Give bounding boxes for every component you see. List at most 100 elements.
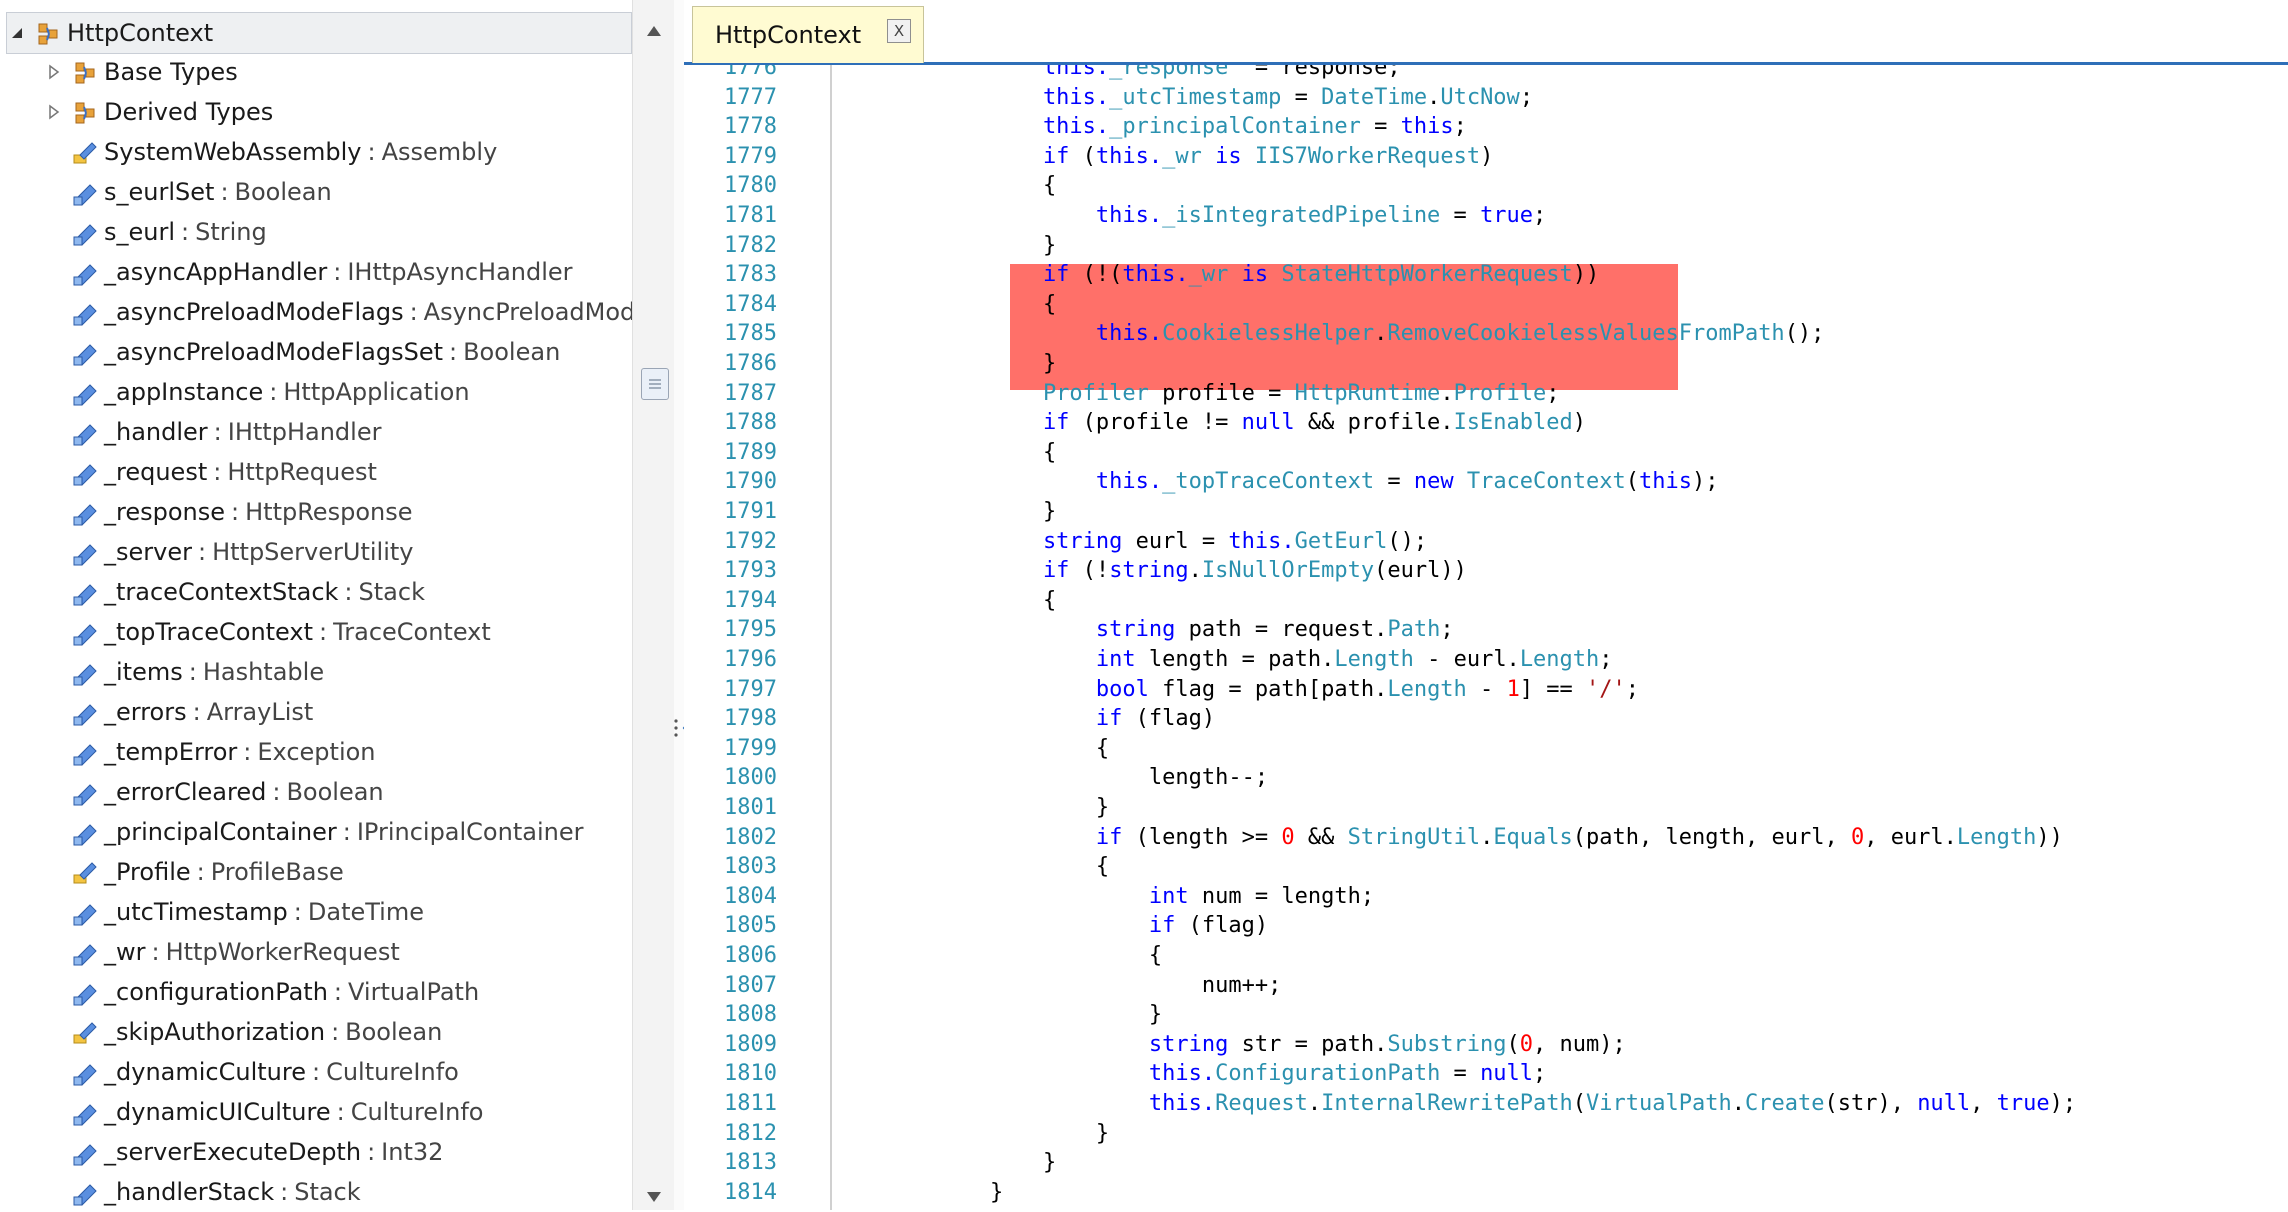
tree-node-field[interactable]: _topTraceContext: TraceContext [70, 612, 491, 652]
line-number: 1787 [724, 380, 777, 406]
line-number: 1784 [724, 291, 777, 317]
tree-node-field[interactable]: _asyncPreloadModeFlagsSet: Boolean [70, 332, 560, 372]
code-line[interactable]: 1810 this.ConfigurationPath = null; [684, 1059, 2288, 1089]
code-line[interactable]: 1797 bool flag = path[path.Length - 1] =… [684, 675, 2288, 705]
tree-node-field[interactable]: _wr: HttpWorkerRequest [70, 932, 400, 972]
code-line[interactable]: 1785 this.CookielessHelper.RemoveCookiel… [684, 319, 2288, 349]
code-pane[interactable]: 1776 this._response = response; 1777 this… [684, 65, 2288, 1210]
tree-root-httpcontext[interactable]: HttpContext [6, 12, 632, 54]
close-icon[interactable]: X [887, 19, 911, 43]
line-number: 1781 [724, 203, 777, 228]
code-line[interactable]: 1778 this._principalContainer = this; [684, 112, 2288, 142]
expanded-triangle-icon[interactable] [7, 23, 27, 43]
code-line[interactable]: 1777 this._utcTimestamp = DateTime.UtcNo… [684, 83, 2288, 113]
code-line[interactable]: 1801 } [684, 793, 2288, 823]
code-line[interactable]: 1805 if (flag) [684, 911, 2288, 941]
line-number: 1801 [724, 795, 777, 820]
tree-node-base-types[interactable]: Base Types [44, 52, 238, 92]
scroll-thumb[interactable] [641, 368, 669, 400]
separator: : [188, 658, 197, 686]
tree-node-field[interactable]: _errorCleared: Boolean [70, 772, 384, 812]
code-line[interactable]: 1812 } [684, 1119, 2288, 1149]
expand-triangle-icon[interactable] [44, 62, 64, 82]
tree-node-field[interactable]: _request: HttpRequest [70, 452, 377, 492]
tree-node-field[interactable]: _asyncPreloadModeFlags: AsyncPreloadMode [70, 292, 650, 332]
tree-node-field[interactable]: _serverExecuteDepth: Int32 [70, 1132, 443, 1172]
code-line[interactable]: 1793 if (!string.IsNullOrEmpty(eurl)) [684, 556, 2288, 586]
code-line[interactable]: 1800 length--; [684, 763, 2288, 793]
code-line[interactable]: 1779 if (this._wr is IIS7WorkerRequest) [684, 142, 2288, 172]
code-token: UtcNow [1440, 84, 1520, 110]
tree-node-field[interactable]: _traceContextStack: Stack [70, 572, 425, 612]
code-token: Create [1744, 1091, 1825, 1116]
tree-node-field[interactable]: _skipAuthorization: Boolean [70, 1012, 442, 1052]
line-number: 1777 [724, 84, 777, 110]
code-line[interactable]: 1808 } [684, 1000, 2288, 1030]
code-line[interactable]: 1782 } [684, 231, 2288, 261]
code-line[interactable]: 1809 string str = path.Substring(0, num)… [684, 1030, 2288, 1060]
code-line[interactable]: 1795 string path = request.Path; [684, 615, 2288, 645]
scroll-up-arrow-icon[interactable] [633, 16, 675, 46]
code-text: if (length >= 0 && StringUtil.Equals(pat… [884, 823, 2063, 853]
tree-node-name: _handlerStack [104, 1178, 275, 1206]
code-line[interactable]: 1814 } [684, 1178, 2288, 1208]
field-icon [73, 744, 97, 766]
code-line[interactable]: 1806 { [684, 941, 2288, 971]
separator: : [231, 498, 240, 526]
tree-node-field[interactable]: _server: HttpServerUtility [70, 532, 413, 572]
code-line[interactable]: 1781 this._isIntegratedPipeline = true; [684, 201, 2288, 231]
scroll-down-arrow-icon[interactable] [633, 1182, 675, 1212]
tree-node-field[interactable]: _configurationPath: VirtualPath [70, 972, 479, 1012]
code-line[interactable]: 1784 { [684, 290, 2288, 320]
tree-node-field[interactable]: _response: HttpResponse [70, 492, 412, 532]
code-line[interactable]: 1790 this._topTraceContext = new TraceCo… [684, 467, 2288, 497]
tree-node-field[interactable]: _tempError: Exception [70, 732, 376, 772]
code-line[interactable]: 1811 this.Request.InternalRewritePath(Vi… [684, 1089, 2288, 1119]
code-line[interactable]: 1776 this._response = response; [684, 65, 2288, 83]
code-line[interactable]: 1780 { [684, 171, 2288, 201]
code-line[interactable]: 1786 } [684, 349, 2288, 379]
tab-httpcontext[interactable]: HttpContext X [692, 6, 924, 63]
tree-node-field[interactable]: _Profile: ProfileBase [70, 852, 344, 892]
code-line[interactable]: 1807 num++; [684, 971, 2288, 1001]
code-line[interactable]: 1799 { [684, 734, 2288, 764]
tree-node-field[interactable]: _dynamicCulture: CultureInfo [70, 1052, 459, 1092]
code-token: TraceContext [1466, 469, 1626, 495]
tree-node-field[interactable]: SystemWebAssembly: Assembly [70, 132, 497, 172]
code-token: if [884, 143, 1070, 169]
code-line[interactable]: 1798 if (flag) [684, 704, 2288, 734]
expand-triangle-icon[interactable] [44, 102, 64, 122]
code-line[interactable]: 1789 { [684, 438, 2288, 468]
code-line[interactable]: 1813 } [684, 1148, 2288, 1178]
tree-node-field[interactable]: _dynamicUICulture: CultureInfo [70, 1092, 484, 1132]
tree-node-field[interactable]: _asyncAppHandler: IHttpAsyncHandler [70, 252, 573, 292]
code-token: true [1480, 203, 1534, 228]
code-line[interactable]: 1791 } [684, 497, 2288, 527]
tree-node-field[interactable]: _appInstance: HttpApplication [70, 372, 470, 412]
code-line[interactable]: 1796 int length = path.Length - eurl.Len… [684, 645, 2288, 675]
tree-node-derived-types[interactable]: Derived Types [44, 92, 273, 132]
tree-node-field[interactable]: _principalContainer: IPrincipalContainer [70, 812, 583, 852]
code-line[interactable]: 1783 if (!(this._wr is StateHttpWorkerRe… [684, 260, 2288, 290]
code-token: (profile != [1069, 410, 1242, 436]
tree-node-field[interactable]: _utcTimestamp: DateTime [70, 892, 424, 932]
code-line[interactable]: 1794 { [684, 586, 2288, 616]
tree-node-field[interactable]: s_eurlSet: Boolean [70, 172, 332, 212]
separator: : [344, 578, 353, 606]
code-line[interactable]: 1788 if (profile != null && profile.IsEn… [684, 408, 2288, 438]
code-token: . [1307, 1091, 1322, 1116]
code-line[interactable]: 1802 if (length >= 0 && StringUtil.Equal… [684, 823, 2288, 853]
tree-scrollbar[interactable] [632, 0, 675, 1210]
tree-node-field[interactable]: _handlerStack: Stack [70, 1172, 361, 1210]
tree-node-field[interactable]: s_eurl: String [70, 212, 267, 252]
code-text: if (profile != null && profile.IsEnabled… [884, 408, 1586, 438]
tree-node-field[interactable]: _errors: ArrayList [70, 692, 313, 732]
code-line[interactable]: 1803 { [684, 852, 2288, 882]
tree-node-field[interactable]: _items: Hashtable [70, 652, 324, 692]
code-token: HttpRuntime [1294, 380, 1441, 406]
code-line[interactable]: 1792 string eurl = this.GetEurl(); [684, 527, 2288, 557]
panel-splitter[interactable] [674, 0, 691, 1210]
tree-node-field[interactable]: _handler: IHttpHandler [70, 412, 381, 452]
code-line[interactable]: 1804 int num = length; [684, 882, 2288, 912]
code-line[interactable]: 1787 Profiler profile = HttpRuntime.Prof… [684, 379, 2288, 409]
